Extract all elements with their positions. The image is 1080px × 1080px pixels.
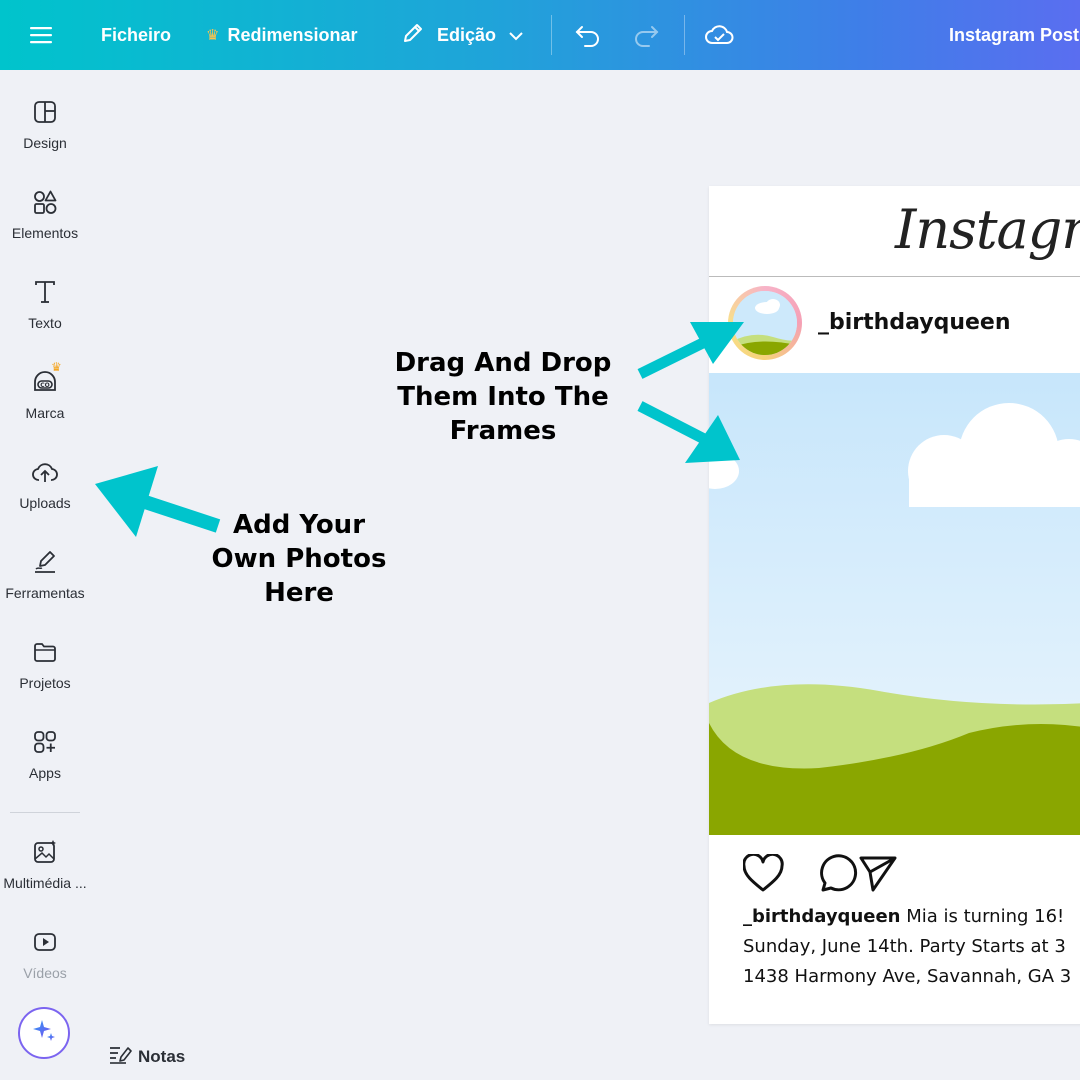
sidebar-item-design[interactable]: Design [0,84,90,164]
hamburger-icon[interactable] [30,0,52,70]
design-canvas[interactable]: Instagram _birthdayqueen [709,186,1080,1024]
sidebar-item-elementos[interactable]: Elementos [0,174,90,254]
folder-icon [31,638,59,666]
pencil-icon [401,21,425,50]
notes-icon [108,1043,132,1070]
post-username: _birthdayqueen [818,310,1011,335]
caption-line: 1438 Harmony Ave, Savannah, GA 3 [743,966,1072,987]
redo-icon[interactable] [632,0,660,70]
sidebar-item-label: Apps [29,765,61,781]
brand-icon: ♛ CO [31,360,62,396]
caption-line: Sunday, June 14th. Party Starts at 3 [743,936,1066,957]
crown-icon: ♛ [51,360,62,374]
sidebar-item-multimedia[interactable]: Multimédia ... [0,824,90,904]
comment-icon[interactable] [820,854,858,892]
sidebar-item-label: Projetos [19,675,71,691]
file-menu-button[interactable]: Ficheiro [101,0,171,70]
annotation-line: Frames [449,416,557,446]
shapes-icon [31,188,59,216]
sidebar-item-ferramentas[interactable]: Ferramentas [0,534,90,614]
caption-text: Mia is turning 16! [906,906,1065,927]
magic-assistant-button[interactable] [18,1007,70,1059]
svg-text:CO: CO [40,382,50,389]
sidebar-divider [10,812,80,813]
sidebar-item-label: Design [23,135,67,151]
layout-icon [31,98,59,126]
caption-line: _birthdayqueen Mia is turning 16! [743,902,1071,932]
header-divider [709,276,1080,277]
video-icon [31,928,59,956]
instagram-logo: Instagram [895,198,1080,261]
annotation-line: Drag And Drop [394,348,612,378]
edit-mode-dropdown[interactable]: Edição [401,0,524,70]
sidebar-item-label: Vídeos [23,965,67,981]
crown-icon: ♛ [206,27,220,44]
annotation-line: Add Your [232,510,366,540]
post-actions [742,852,913,894]
toolbar-divider [684,15,685,55]
apps-icon [31,728,59,756]
document-title[interactable]: Instagram Post [949,0,1079,70]
sidebar-item-projetos[interactable]: Projetos [0,624,90,704]
cloud-check-icon[interactable] [704,0,734,70]
add-photos-annotation: Add Your Own Photos Here [200,508,398,610]
sidebar-item-texto[interactable]: Texto [0,264,90,344]
annotation-line: Own Photos [211,544,387,574]
resize-label: Redimensionar [227,24,358,45]
post-caption: _birthdayqueen Mia is turning 16! Sunday… [743,902,1071,992]
resize-button[interactable]: ♛ Redimensionar [206,0,358,70]
drag-drop-annotation: Drag And Drop Them Into The Frames [388,346,618,448]
annotation-line: Here [264,578,334,608]
edit-label: Edição [437,24,497,45]
caption-username: _birthdayqueen [743,906,901,927]
avatar-frame[interactable] [728,286,802,360]
top-bar: Ficheiro ♛ Redimensionar Edição Instagra… [0,0,1080,70]
post-photo-frame[interactable] [709,373,1080,835]
sidebar-item-apps[interactable]: Apps [0,714,90,794]
sidebar: Design Elementos Texto ♛ CO Marca Upload… [0,70,90,1080]
sidebar-item-uploads[interactable]: Uploads [0,444,90,524]
share-icon[interactable] [859,856,897,892]
sidebar-item-videos[interactable]: Vídeos [0,914,90,994]
toolbar-divider [551,15,552,55]
cloud-upload-icon [31,458,59,486]
heart-icon[interactable] [742,852,784,892]
notes-label: Notas [138,1046,186,1066]
sidebar-item-label: Texto [28,315,62,331]
annotation-line: Them Into The [397,382,609,412]
sidebar-item-label: Marca [25,405,65,421]
sidebar-item-label: Multimédia ... [3,875,87,891]
sidebar-item-label: Uploads [19,495,71,511]
avatar-photo [733,291,797,355]
text-icon [31,278,59,306]
sparkle-icon [30,1017,58,1050]
draw-icon [31,548,59,576]
magic-media-icon [31,838,59,866]
sidebar-item-label: Ferramentas [5,585,85,601]
undo-icon[interactable] [574,0,602,70]
chevron-down-icon [508,25,524,46]
sidebar-item-marca[interactable]: ♛ CO Marca [0,354,90,434]
sidebar-item-label: Elementos [11,225,79,241]
notes-button[interactable]: Notas [108,1043,185,1070]
